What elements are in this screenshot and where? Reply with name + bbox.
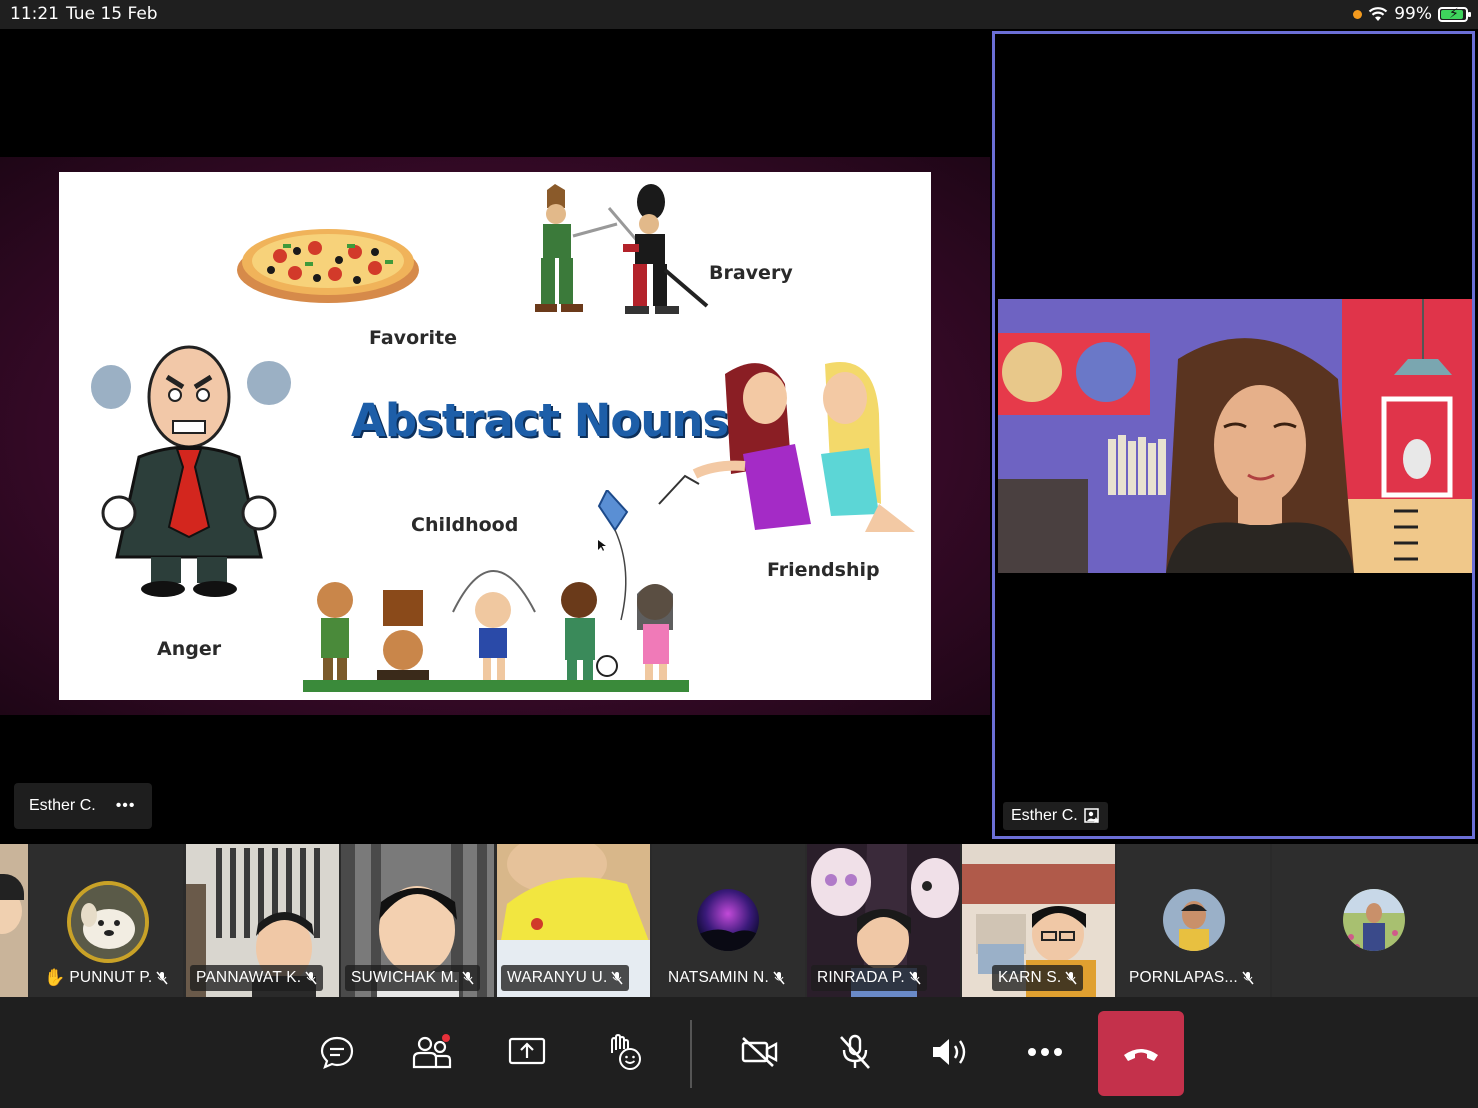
participant-name: SUWICHAK M. [351, 969, 459, 986]
status-time: 11:21 [10, 4, 59, 24]
raised-hand-icon: ✋ [44, 968, 66, 987]
avatar-galaxy [697, 889, 759, 951]
mic-in-use-dot-icon [1353, 9, 1363, 19]
participant-tile-partial[interactable] [0, 844, 28, 997]
presenter-badge-icon [1083, 808, 1099, 823]
wifi-icon [1368, 7, 1388, 21]
chat-button[interactable] [304, 1012, 370, 1092]
status-right: 99% ⚡ [1353, 4, 1471, 24]
toolbar-divider [690, 1020, 692, 1088]
mic-muted-icon [156, 971, 169, 985]
participant-tile-natsamin[interactable]: NATSAMIN N. [652, 844, 805, 997]
knights-illustration [535, 184, 709, 314]
more-options-icon[interactable]: ••• [116, 797, 136, 815]
status-date: Tue 15 Feb [66, 4, 158, 24]
word-anger: Anger [157, 638, 222, 660]
mic-muted-icon [462, 971, 474, 985]
mic-off-icon [840, 1034, 870, 1069]
presenter-video [998, 299, 1472, 573]
presentation-slide: Favorite Bravery Anger Abstract Nouns Fr… [59, 172, 931, 700]
participant-name: KARN S. [998, 969, 1062, 986]
presenter-name-chip[interactable]: Esther C. ••• [14, 783, 152, 829]
avatar-child-photo [1163, 889, 1225, 951]
participant-name: PANNAWAT K. [196, 969, 302, 986]
camera-name: Esther C. [1011, 807, 1078, 824]
presenter-name: Esther C. [29, 797, 96, 814]
pizza-illustration [237, 229, 419, 303]
word-favorite: Favorite [369, 327, 457, 349]
reactions-icon [611, 1033, 641, 1070]
speaker-icon [933, 1039, 966, 1065]
participant-name: WARANYU U. [507, 969, 608, 986]
participants-button[interactable] [399, 1012, 465, 1092]
presenter-camera-panel[interactable]: Esther C. [992, 31, 1475, 839]
angry-man-illustration [91, 345, 291, 597]
mouse-cursor-icon [598, 540, 606, 551]
avatar-dog [67, 881, 149, 963]
participant-strip: ✋ PUNNUT P. PANNAWAT K. SUWICHAK M. WARA… [0, 844, 1478, 997]
word-bravery: Bravery [709, 262, 793, 284]
camera-name-chip: Esther C. [1003, 802, 1108, 830]
share-screen-button[interactable] [494, 1012, 560, 1092]
presenter-video-scene [998, 299, 1472, 573]
participant-tile-unnamed[interactable] [1272, 844, 1478, 997]
participant-name: RINRADA P. [817, 969, 905, 986]
participant-name: PUNNUT P. [69, 969, 153, 986]
camera-toggle-button[interactable] [727, 1012, 793, 1092]
chat-icon [320, 1036, 354, 1069]
mic-muted-icon [611, 971, 624, 985]
mic-muted-icon [909, 971, 921, 985]
speaker-button[interactable] [917, 1012, 983, 1092]
friends-illustration [658, 362, 915, 532]
participant-tile-rinrada[interactable]: RINRADA P. [807, 844, 960, 997]
participant-tile-pornlapas[interactable]: PORNLAPAS... [1117, 844, 1270, 997]
avatar-outdoor-photo [1343, 889, 1405, 951]
more-actions-button[interactable] [1012, 1012, 1078, 1092]
participant-name: NATSAMIN N. [668, 969, 769, 986]
status-bar: 11:21 Tue 15 Feb 99% ⚡ [0, 0, 1478, 29]
participant-name: PORNLAPAS... [1129, 969, 1238, 986]
mic-muted-icon [305, 971, 317, 985]
mic-muted-icon [1242, 971, 1254, 985]
mic-toggle-button[interactable] [822, 1012, 888, 1092]
camera-off-icon [741, 1037, 778, 1067]
reactions-button[interactable] [590, 1012, 656, 1092]
mic-muted-icon [1065, 971, 1077, 985]
participants-icon [412, 1034, 452, 1069]
participant-tile-waranyu[interactable]: WARANYU U. [497, 844, 650, 997]
battery-charging-icon: ⚡ [1438, 6, 1471, 22]
share-icon [508, 1037, 546, 1065]
participant-tile-pannawat[interactable]: PANNAWAT K. [186, 844, 339, 997]
battery-percent: 99% [1394, 4, 1432, 24]
participant-tile-karn[interactable]: KARN S. [962, 844, 1115, 997]
word-childhood: Childhood [411, 514, 519, 536]
hang-up-button[interactable] [1098, 1011, 1184, 1096]
shared-content-stage: Favorite Bravery Anger Abstract Nouns Fr… [0, 29, 990, 844]
word-friendship: Friendship [767, 559, 880, 581]
participant-tile-punnut[interactable]: ✋ PUNNUT P. [30, 844, 183, 997]
mic-muted-icon [773, 971, 785, 985]
more-icon [1028, 1048, 1062, 1056]
participant-tile-suwichak[interactable]: SUWICHAK M. [341, 844, 494, 997]
hangup-icon [1124, 1048, 1158, 1061]
